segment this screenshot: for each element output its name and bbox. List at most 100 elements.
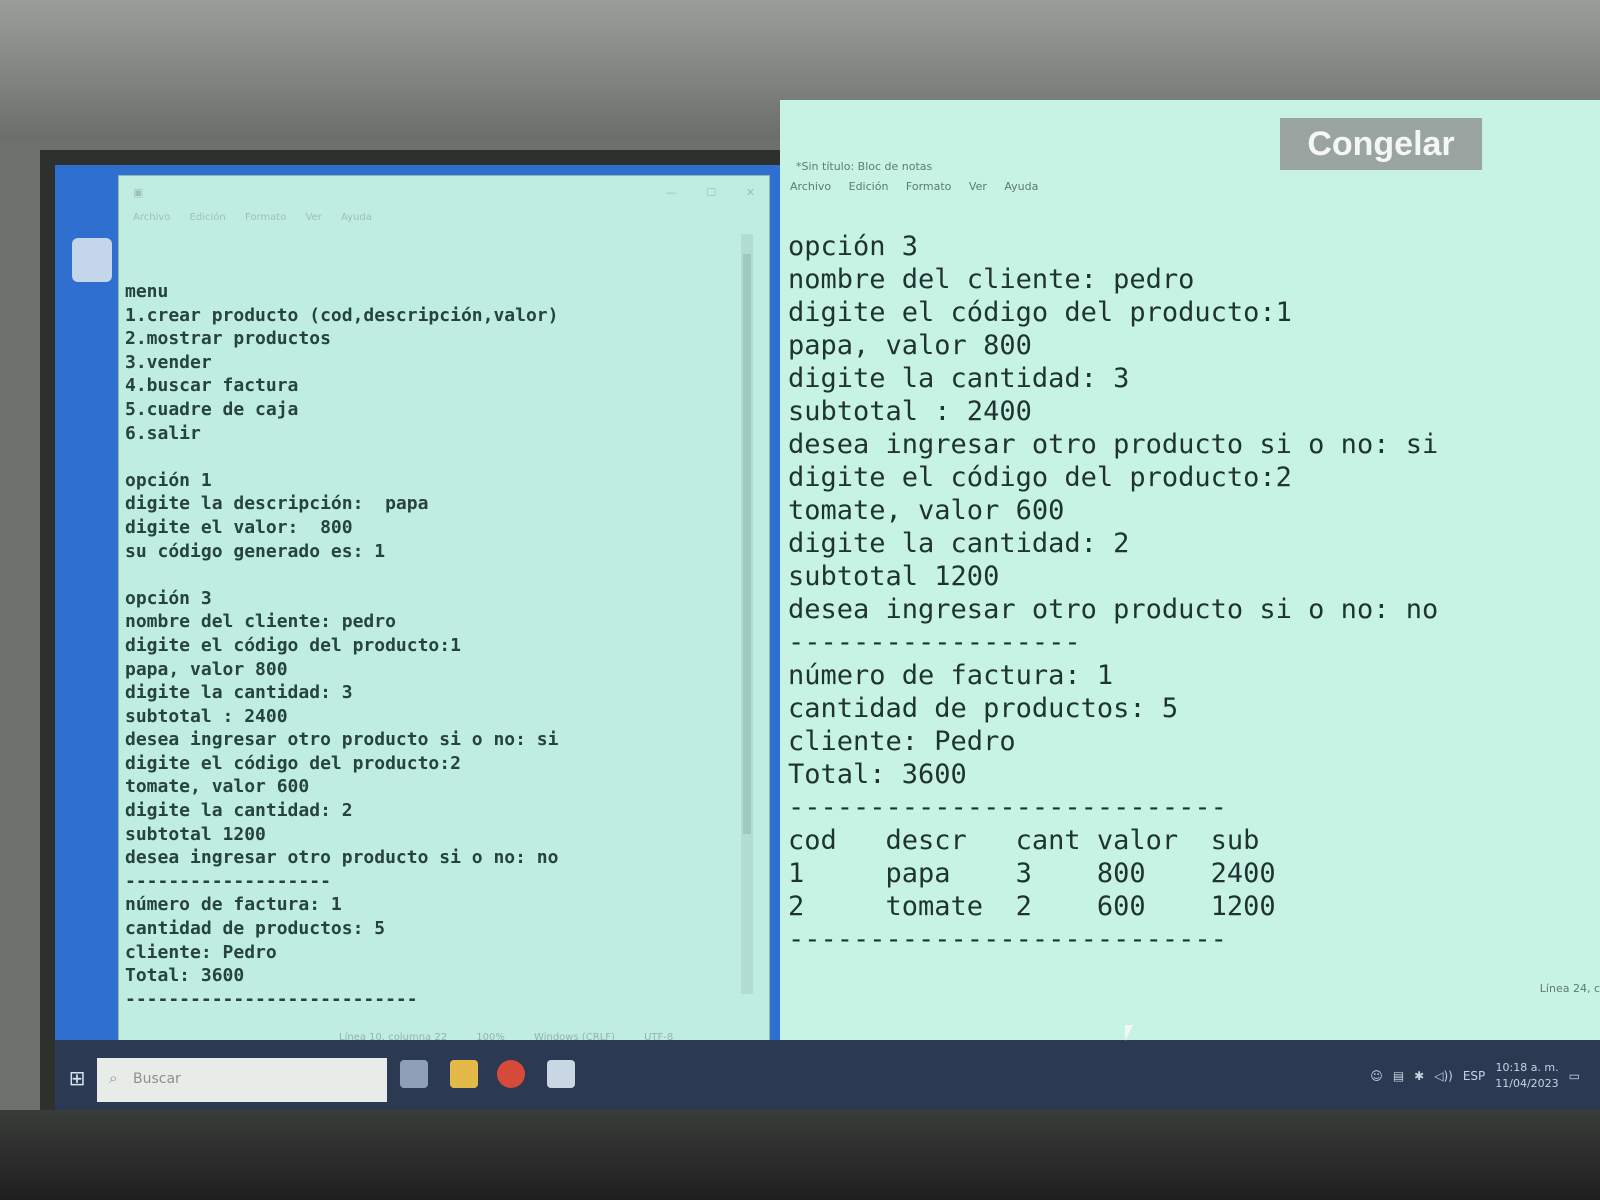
text-line: 3.vender [125, 351, 212, 373]
text-line: cliente: Pedro [125, 941, 277, 963]
text-line: número de factura: 1 [125, 894, 342, 916]
vertical-scrollbar[interactable] [741, 234, 753, 994]
clock[interactable]: 10:18 a. m. 11/04/2023 [1495, 1060, 1558, 1092]
text-line: ------------------ [788, 627, 1081, 658]
window-title: *Sin título: Bloc de notas [796, 160, 933, 173]
text-line: nombre del cliente: pedro [125, 611, 396, 633]
notepad-taskbar-icon[interactable] [547, 1060, 575, 1088]
text-line: tomate, valor 600 [788, 495, 1065, 526]
notepad-window-left: ▣ — ☐ ✕ Archivo Edición Formato Ver Ayud… [118, 175, 770, 1055]
task-view-icon[interactable] [400, 1060, 428, 1088]
text-line: desea ingresar otro producto si o no: si [125, 729, 559, 751]
close-button[interactable]: ✕ [746, 186, 755, 199]
text-line: 2.mostrar productos [125, 328, 331, 350]
menu-edicion[interactable]: Edición [849, 180, 889, 193]
text-line: subtotal 1200 [125, 823, 266, 845]
text-line: su código generado es: 1 [125, 540, 386, 562]
notepad-window-right: *Sin título: Bloc de notas Archivo Edici… [780, 100, 1600, 1045]
clock-date: 11/04/2023 [1495, 1077, 1559, 1090]
menu-archivo[interactable]: Archivo [790, 180, 831, 193]
text-line: menu [125, 281, 169, 302]
recycle-bin-icon[interactable] [72, 238, 112, 282]
system-tray: ☺ ▤ ✱ ◁)) ESP 10:18 a. m. 11/04/2023 ▭ [1370, 1060, 1580, 1092]
text-line: 4.buscar factura [125, 375, 299, 397]
text-line: 6.salir [125, 422, 201, 444]
text-line: opción 3 [125, 587, 212, 609]
network-icon[interactable]: ▤ [1393, 1069, 1404, 1083]
volume-icon[interactable]: ◁)) [1434, 1069, 1453, 1083]
text-line: 2 tomate 2 600 1200 [788, 891, 1276, 922]
text-line: digite el código del producto:2 [788, 462, 1292, 493]
maximize-button[interactable]: ☐ [706, 186, 716, 199]
text-line: digite el código del producto:1 [125, 634, 461, 656]
text-line: digite la descripción: papa [125, 493, 429, 515]
search-placeholder: Buscar [133, 1071, 181, 1087]
text-line: digite el valor: 800 [125, 516, 353, 538]
windows-start-icon[interactable]: ⊞ [65, 1066, 89, 1090]
text-line: digite la cantidad: 3 [788, 363, 1130, 394]
text-line: digite el código del producto:1 [788, 297, 1292, 328]
notepad-app-icon: ▣ [133, 186, 144, 199]
text-line: subtotal 1200 [788, 561, 1000, 592]
menu-edicion[interactable]: Edición [190, 212, 226, 223]
file-explorer-icon[interactable] [450, 1060, 478, 1088]
taskbar-search[interactable]: ⌕ Buscar [97, 1058, 387, 1102]
text-line: digite la cantidad: 2 [125, 800, 353, 822]
menu-ayuda[interactable]: Ayuda [341, 212, 372, 223]
text-line: opción 1 [125, 469, 212, 491]
menu-archivo[interactable]: Archivo [133, 212, 170, 223]
notification-icon[interactable]: ▭ [1569, 1069, 1580, 1083]
language-indicator[interactable]: ESP [1463, 1069, 1485, 1083]
text-line: cantidad de productos: 5 [125, 918, 386, 940]
menu-ver[interactable]: Ver [969, 180, 987, 193]
text-line: nombre del cliente: pedro [788, 264, 1195, 295]
text-line: cliente: Pedro [788, 726, 1016, 757]
text-line: papa, valor 800 [788, 330, 1032, 361]
text-line: papa, valor 800 [125, 658, 288, 680]
text-line: Total: 3600 [788, 759, 967, 790]
clock-time: 10:18 a. m. [1495, 1061, 1559, 1074]
text-line: número de factura: 1 [788, 660, 1114, 691]
text-line: desea ingresar otro producto si o no: si [788, 429, 1439, 460]
text-line: --------------------------- [788, 792, 1227, 823]
text-line: --------------------------- [125, 988, 418, 1010]
text-line: 5.cuadre de caja [125, 398, 299, 420]
text-line [125, 445, 735, 469]
text-line: tomate, valor 600 [125, 776, 310, 798]
text-line: 1.crear producto (cod,descripción,valor) [125, 304, 559, 326]
text-line: digite el código del producto:2 [125, 752, 461, 774]
menu-formato[interactable]: Formato [906, 180, 952, 193]
taskbar: ⊞ ⌕ Buscar ☺ ▤ ✱ ◁)) ESP 10:18 a. m. 11/… [55, 1040, 1600, 1110]
text-line: subtotal : 2400 [788, 396, 1032, 427]
chrome-icon[interactable] [497, 1060, 525, 1088]
text-line: desea ingresar otro producto si o no: no [788, 594, 1439, 625]
title-bar: ▣ — ☐ ✕ [119, 176, 769, 210]
text-line: cod descr cant valor sub [788, 825, 1260, 856]
wall-bottom [0, 1110, 1600, 1200]
text-line: opción 3 [788, 231, 919, 262]
cursor-position: Línea 24, c [1539, 982, 1600, 995]
people-icon[interactable]: ☺ [1370, 1069, 1383, 1083]
text-editor-area[interactable]: opción 3 nombre del cliente: pedro digite … [788, 230, 1578, 1010]
text-line: Total: 3600 [125, 965, 245, 987]
text-line: cantidad de productos: 5 [788, 693, 1179, 724]
text-editor-area[interactable]: menu 1.crear producto (cod,descripción,va… [125, 280, 735, 1010]
text-line [125, 563, 735, 587]
text-line: desea ingresar otro producto si o no: no [125, 847, 559, 869]
text-line: --------------------------- [788, 924, 1227, 955]
text-line: 1 papa 3 800 2400 [788, 858, 1276, 889]
window-controls: — ☐ ✕ [640, 186, 755, 200]
scrollbar-thumb[interactable] [743, 254, 751, 834]
menu-ayuda[interactable]: Ayuda [1004, 180, 1038, 193]
minimize-button[interactable]: — [666, 186, 677, 199]
search-icon: ⌕ [109, 1069, 118, 1087]
menu-formato[interactable]: Formato [245, 212, 286, 223]
freeze-button[interactable]: Congelar [1280, 118, 1482, 170]
bluetooth-icon[interactable]: ✱ [1414, 1069, 1424, 1083]
text-line: digite la cantidad: 3 [125, 682, 353, 704]
menu-bar: Archivo Edición Formato Ver Ayuda [119, 210, 769, 230]
text-line: digite la cantidad: 2 [788, 528, 1130, 559]
text-line: subtotal : 2400 [125, 705, 288, 727]
menu-ver[interactable]: Ver [306, 212, 322, 223]
mouse-cursor [1125, 1025, 1133, 1041]
